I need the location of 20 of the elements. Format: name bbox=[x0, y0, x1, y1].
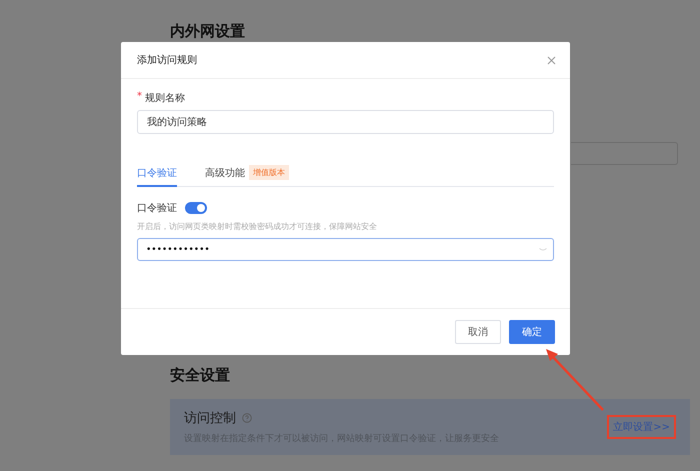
card-title: 访问控制 bbox=[184, 410, 236, 427]
section-heading: 安全设置 bbox=[170, 366, 231, 385]
toggle-label: 口令验证 bbox=[137, 202, 177, 215]
password-field[interactable]: •••••••••••• bbox=[137, 238, 554, 261]
section-heading: 内外网设置 bbox=[170, 22, 246, 41]
close-icon[interactable] bbox=[547, 56, 556, 64]
required-mark: * bbox=[137, 91, 142, 104]
input-field[interactable]: 我的访问策略 bbox=[137, 110, 554, 134]
cancel-button[interactable]: 取消 bbox=[455, 320, 501, 344]
input-field[interactable] bbox=[571, 142, 678, 165]
help-icon bbox=[242, 413, 252, 423]
badge: 增值版本 bbox=[249, 165, 289, 180]
tab[interactable]: 口令验证 bbox=[137, 164, 177, 187]
dialog-title: 添加访问规则 bbox=[137, 54, 197, 67]
arrow bbox=[546, 349, 604, 411]
toggle-switch[interactable] bbox=[185, 202, 207, 214]
confirm-button[interactable]: 确定 bbox=[509, 320, 555, 344]
tab[interactable]: 高级功能 增值版本 bbox=[205, 164, 289, 187]
hint-text: 开启后，访问网页类映射时需校验密码成功才可连接，保障网站安全 bbox=[137, 221, 378, 232]
field-label: 规则名称 bbox=[145, 92, 185, 105]
